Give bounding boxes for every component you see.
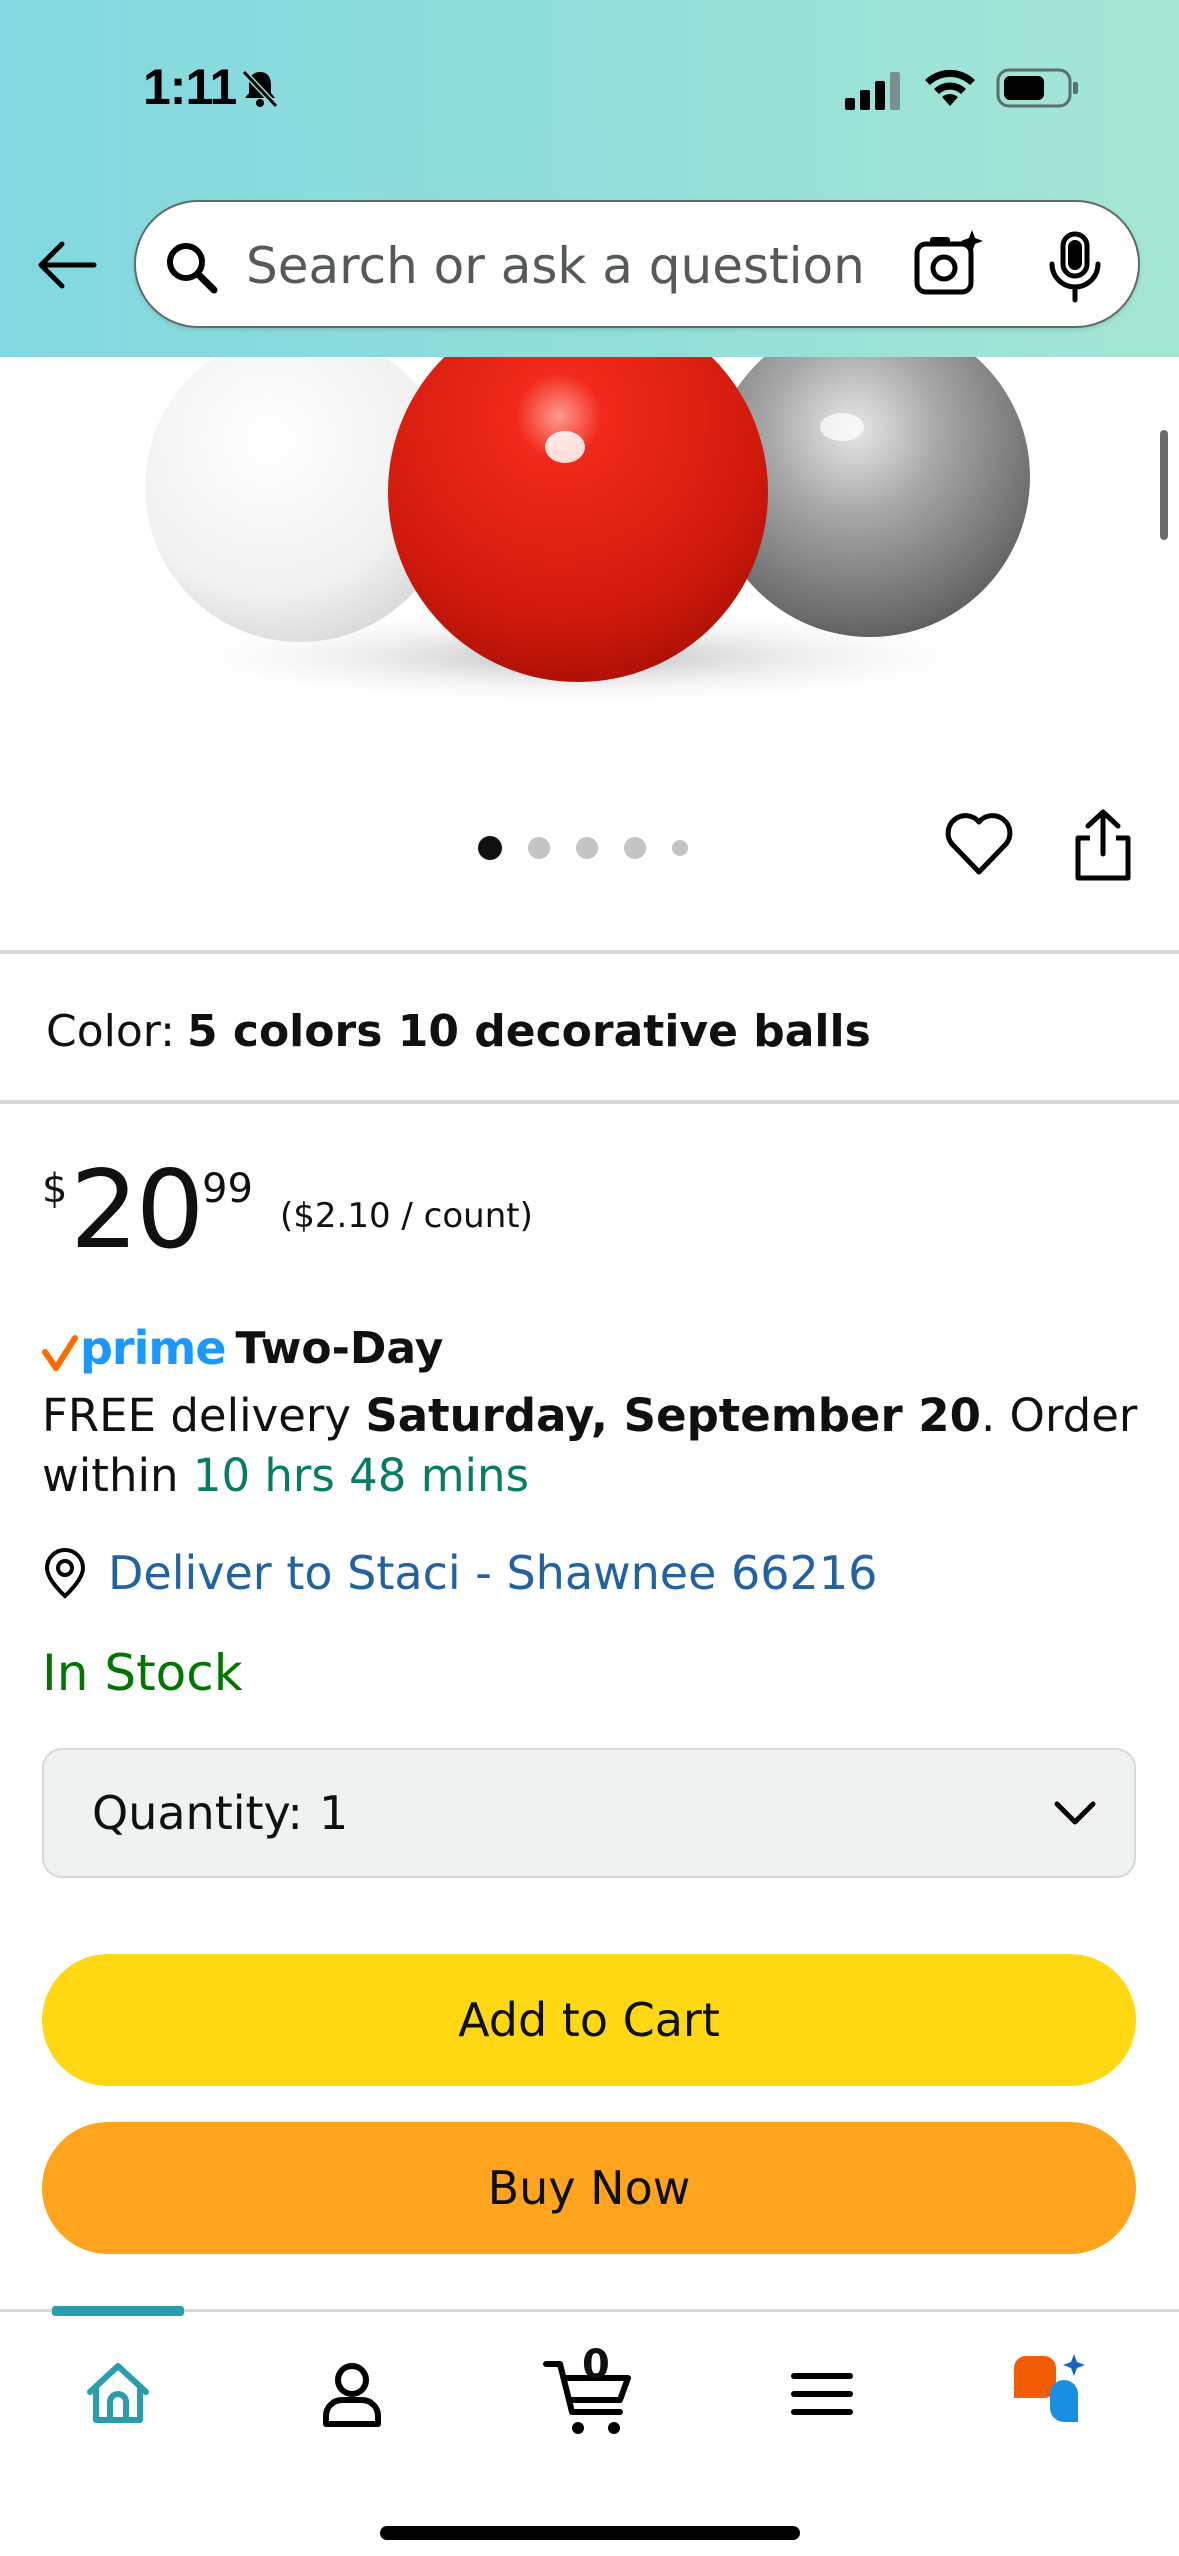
delivery-date: Saturday, September 20 <box>365 1389 981 1442</box>
price-whole: 20 <box>70 1148 204 1273</box>
cellular-signal-icon <box>845 72 900 110</box>
rufus-assistant-icon[interactable] <box>1010 2354 1090 2434</box>
microphone-icon[interactable] <box>1044 230 1106 304</box>
carousel-dot[interactable] <box>624 837 646 859</box>
carousel-dot[interactable] <box>576 837 598 859</box>
delivery-message: FREE delivery Saturday, September 20. Or… <box>42 1386 1142 1506</box>
cart-tab[interactable]: 0 <box>540 2342 640 2442</box>
prime-check-icon <box>42 1335 78 1371</box>
wifi-icon <box>925 69 975 106</box>
camera-search-icon[interactable] <box>912 228 986 302</box>
stock-status: In Stock <box>42 1644 243 1702</box>
search-input[interactable] <box>246 226 926 306</box>
section-divider <box>0 950 1179 954</box>
menu-icon[interactable] <box>782 2354 862 2434</box>
carousel-dot[interactable] <box>672 840 688 856</box>
share-icon[interactable] <box>1070 808 1136 884</box>
silent-bell-icon <box>241 69 279 109</box>
add-to-cart-button[interactable]: Add to Cart <box>42 1954 1136 2086</box>
page-scrollbar[interactable] <box>1160 430 1168 540</box>
section-divider <box>0 1100 1179 1104</box>
quantity-value: 1 <box>318 1786 349 1840</box>
carousel-dot[interactable] <box>478 836 502 860</box>
back-button[interactable] <box>32 230 102 300</box>
deliver-to-link[interactable]: Deliver to Staci - Shawnee 66216 <box>42 1546 877 1600</box>
carousel-page-indicator[interactable] <box>478 833 714 863</box>
arrow-left-icon <box>38 241 97 289</box>
price-fraction: 99 <box>202 1166 253 1212</box>
prime-logo: prime <box>80 1321 227 1375</box>
bottom-tab-bar: 0 <box>0 2306 1179 2556</box>
quantity-dropdown[interactable]: Quantity: 1 <box>42 1748 1136 1878</box>
home-indicator[interactable] <box>380 2526 800 2540</box>
app-header: 1:11 <box>0 0 1179 357</box>
active-tab-indicator <box>52 2306 184 2316</box>
carousel-dot[interactable] <box>528 837 550 859</box>
prime-badge: prime Two-Day <box>42 1318 443 1378</box>
account-icon[interactable] <box>312 2354 392 2434</box>
search-bar[interactable] <box>134 200 1140 328</box>
quantity-label: Quantity: <box>92 1786 303 1840</box>
deliver-to-address[interactable]: Deliver to Staci - Shawnee 66216 <box>108 1546 877 1600</box>
unit-price: ($2.10 / count) <box>280 1196 533 1236</box>
battery-icon <box>996 68 1078 108</box>
cart-count-badge: 0 <box>582 2342 610 2388</box>
status-time: 1:11 <box>143 59 237 115</box>
free-delivery-text: FREE delivery <box>42 1389 352 1442</box>
variation-row[interactable]: Color: 5 colors 10 decorative balls <box>46 1006 871 1057</box>
chevron-down-icon <box>1054 1801 1096 1825</box>
location-pin-icon <box>44 1547 86 1599</box>
search-icon <box>167 243 218 294</box>
order-countdown: 10 hrs 48 mins <box>192 1449 530 1502</box>
buy-now-button[interactable]: Buy Now <box>42 2122 1136 2254</box>
variation-value: 5 colors 10 decorative balls <box>186 1006 871 1057</box>
home-icon[interactable] <box>78 2354 158 2434</box>
heart-icon[interactable] <box>944 812 1014 878</box>
delivery-speed: Two-Day <box>235 1322 444 1374</box>
variation-label: Color: <box>46 1006 175 1057</box>
price-currency-symbol: $ <box>42 1166 68 1212</box>
